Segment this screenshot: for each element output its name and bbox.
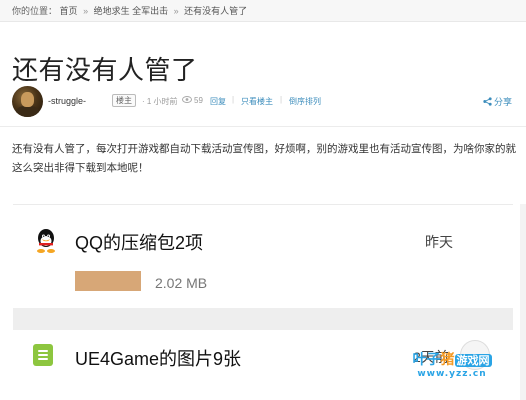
op-badge: 楼主 [112, 94, 136, 107]
breadcrumb-bar: 你的位置： 首页 » 绝地求生 全军出击 » 还有没有人管了 [0, 0, 526, 22]
post-time: · 1 小时前 [142, 97, 178, 106]
breadcrumb-current: 还有没有人管了 [184, 6, 248, 16]
share-label: 分享 [493, 97, 512, 107]
eye-icon [182, 96, 192, 103]
share-icon [483, 97, 492, 106]
reverse-order-link[interactable]: 倒序排列 [289, 96, 321, 107]
avatar-face-shape [21, 92, 34, 107]
attachment-name[interactable]: UE4Game的图片9张 [75, 345, 241, 371]
share-button[interactable]: 分享 [483, 95, 512, 108]
avatar-body-shape [16, 106, 39, 117]
post-meta: -struggle- 楼主 · 1 小时前 59 回复 | 只看楼主 | 倒序排… [12, 86, 516, 118]
username-link[interactable]: -struggle- [48, 96, 86, 106]
side-panel-edge [520, 204, 526, 400]
breadcrumb-separator: » [83, 6, 89, 16]
meta-divider: | [232, 95, 235, 104]
views-count-value: 59 [194, 96, 203, 105]
breadcrumb-prefix: 你的位置： [12, 6, 58, 16]
attachment-name[interactable]: QQ的压缩包2项 [75, 229, 203, 255]
breadcrumb-game-link[interactable]: 绝地求生 全军出击 [94, 6, 169, 16]
card-gap [13, 308, 513, 330]
breadcrumb-home-link[interactable]: 首页 [60, 6, 78, 16]
qq-icon [37, 229, 55, 253]
attachment-thumbnail[interactable] [75, 271, 141, 291]
breadcrumb: 你的位置： 首页 » 绝地求生 全军出击 » 还有没有人管了 [12, 4, 247, 17]
reply-link[interactable]: 回复 [210, 96, 226, 107]
attachment-action-button[interactable] [460, 340, 490, 370]
views-count: 59 [182, 96, 203, 105]
content-divider [0, 126, 526, 127]
post-body-text: 还有没有人管了，每次打开游戏都自动下载活动宣传图，好烦啊，别的游戏里也有活动宣传… [12, 143, 516, 174]
attachment-date: 昨天 [425, 234, 453, 250]
breadcrumb-separator: » [173, 6, 179, 16]
attachment-size: 2.02 MB [155, 275, 208, 291]
attachment-date: 2天前 [413, 349, 449, 365]
meta-divider: | [280, 95, 283, 104]
document-icon-line [38, 354, 48, 356]
attachment-card[interactable]: QQ的压缩包2项 昨天 2.02 MB [13, 204, 513, 308]
document-icon-line [38, 358, 48, 360]
attachments-panel: QQ的压缩包2项 昨天 2.02 MB UE4Game的图片9张 2天前 [13, 204, 513, 400]
document-icon-line [38, 350, 48, 352]
page-title: 还有没有人管了 [12, 55, 198, 85]
document-icon [33, 344, 53, 366]
avatar[interactable] [12, 86, 43, 117]
only-op-link[interactable]: 只看楼主 [241, 96, 273, 107]
attachment-card[interactable]: UE4Game的图片9张 2天前 [13, 330, 513, 400]
